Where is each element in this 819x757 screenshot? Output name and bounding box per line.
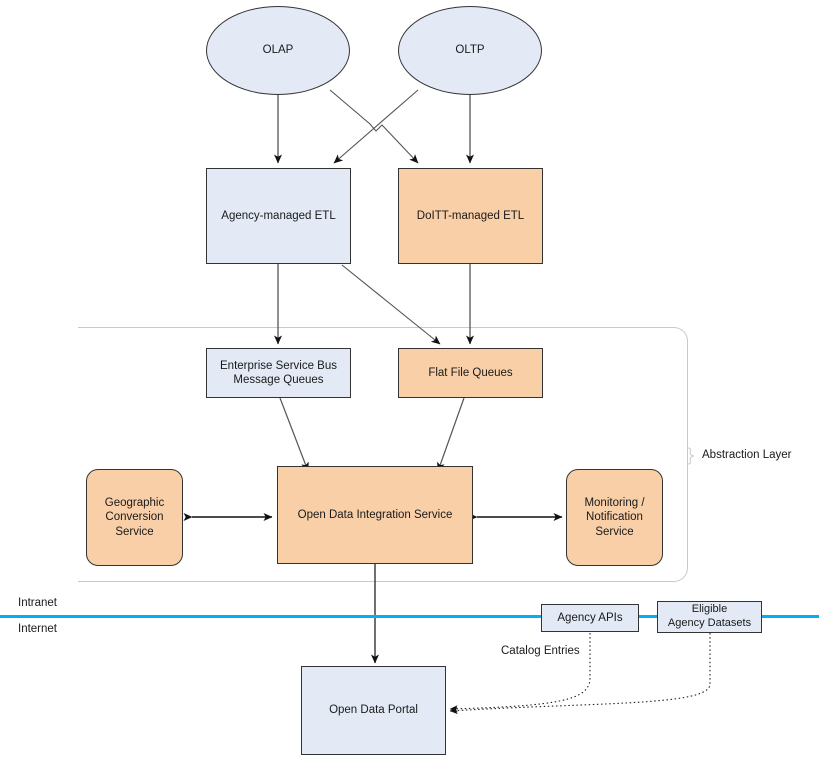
- intranet-label: Intranet: [18, 597, 57, 609]
- node-agency-apis-label: Agency APIs: [557, 611, 623, 624]
- node-enterprise-service-bus-queues[interactable]: Enterprise Service Bus Message Queues: [206, 348, 351, 398]
- catalog-entries-label: Catalog Entries: [501, 645, 580, 657]
- node-eligible-agency-datasets-label: Eligible Agency Datasets: [667, 603, 752, 629]
- node-flat-file-queues-label: Flat File Queues: [428, 366, 513, 379]
- abstraction-layer-brace-icon: [687, 447, 695, 465]
- node-agency-managed-etl-label: Agency-managed ETL: [221, 209, 336, 222]
- node-eligible-agency-datasets[interactable]: Eligible Agency Datasets: [657, 601, 762, 633]
- node-open-data-integration-service[interactable]: Open Data Integration Service: [277, 466, 473, 564]
- abstraction-layer-label: Abstraction Layer: [702, 449, 792, 461]
- node-geographic-conversion-service-label: Geographic Conversion Service: [104, 496, 165, 538]
- node-agency-apis[interactable]: Agency APIs: [541, 604, 639, 632]
- node-olap-label: OLAP: [262, 44, 294, 57]
- edge-oltp-to-agency-etl: [333, 89, 419, 164]
- node-doitt-managed-etl[interactable]: DoITT-managed ETL: [398, 168, 543, 264]
- node-agency-managed-etl[interactable]: Agency-managed ETL: [206, 168, 351, 264]
- edge-olap-to-doitt-etl: [329, 89, 419, 164]
- node-open-data-portal-label: Open Data Portal: [329, 704, 418, 717]
- node-olap[interactable]: OLAP: [206, 6, 350, 95]
- node-doitt-managed-etl-label: DoITT-managed ETL: [416, 209, 525, 222]
- node-monitoring-notification-service[interactable]: Monitoring / Notification Service: [566, 469, 663, 566]
- node-enterprise-service-bus-queues-label: Enterprise Service Bus Message Queues: [220, 359, 337, 386]
- node-oltp-label: OLTP: [455, 44, 485, 57]
- node-open-data-portal[interactable]: Open Data Portal: [301, 666, 446, 755]
- architecture-diagram-canvas: Intranet Internet OLAP OLTP Agency-manag…: [0, 0, 819, 757]
- node-monitoring-notification-service-label: Monitoring / Notification Service: [584, 496, 645, 538]
- node-open-data-integration-service-label: Open Data Integration Service: [297, 508, 453, 521]
- node-geographic-conversion-service[interactable]: Geographic Conversion Service: [86, 469, 183, 566]
- internet-label: Internet: [18, 623, 57, 635]
- edge-eligible-datasets-to-portal: [449, 633, 711, 715]
- node-oltp[interactable]: OLTP: [398, 6, 542, 95]
- node-flat-file-queues[interactable]: Flat File Queues: [398, 348, 543, 398]
